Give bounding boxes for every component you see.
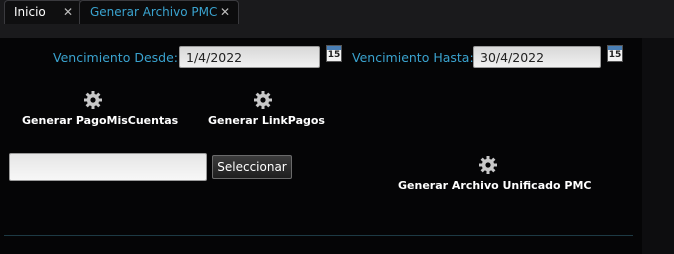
right-gutter xyxy=(642,38,674,254)
divider xyxy=(4,235,633,236)
vencimiento-desde-input[interactable]: 1/4/2022 xyxy=(179,46,320,68)
generar-archivo-unificado-label: Generar Archivo Unificado PMC xyxy=(398,179,592,192)
tab-bar: Inicio ✕ Generar Archivo PMC ✕ xyxy=(0,0,674,39)
vencimiento-desde-label: Vencimiento Desde: xyxy=(53,50,178,65)
tab-inicio-label: Inicio xyxy=(14,5,46,19)
file-path-input[interactable] xyxy=(9,153,207,181)
vencimiento-hasta-label: Vencimiento Hasta: xyxy=(352,50,474,65)
tab-inicio[interactable]: Inicio ✕ xyxy=(4,0,82,24)
close-icon[interactable]: ✕ xyxy=(63,1,73,24)
vencimiento-hasta-input[interactable]: 30/4/2022 xyxy=(473,46,601,68)
gear-icon xyxy=(479,156,497,174)
generar-linkpagos-label: Generar LinkPagos xyxy=(208,114,325,127)
gear-icon xyxy=(84,91,102,109)
main-panel xyxy=(0,38,642,254)
tab-generar-archivo-pmc[interactable]: Generar Archivo PMC ✕ xyxy=(79,0,239,24)
gear-icon xyxy=(254,91,272,109)
seleccionar-button[interactable]: Seleccionar xyxy=(212,155,292,179)
close-icon[interactable]: ✕ xyxy=(220,1,230,24)
generar-pagomiscuentas-button[interactable]: Generar PagoMisCuentas xyxy=(22,90,179,127)
generar-archivo-unificado-pmc-button[interactable]: Generar Archivo Unificado PMC xyxy=(398,155,592,192)
calendar-icon[interactable]: 15 xyxy=(607,45,623,62)
generar-pagomiscuentas-label: Generar PagoMisCuentas xyxy=(22,114,179,127)
tab-generar-label: Generar Archivo PMC xyxy=(90,5,218,19)
generar-linkpagos-button[interactable]: Generar LinkPagos xyxy=(208,90,325,127)
calendar-icon[interactable]: 15 xyxy=(326,45,342,62)
